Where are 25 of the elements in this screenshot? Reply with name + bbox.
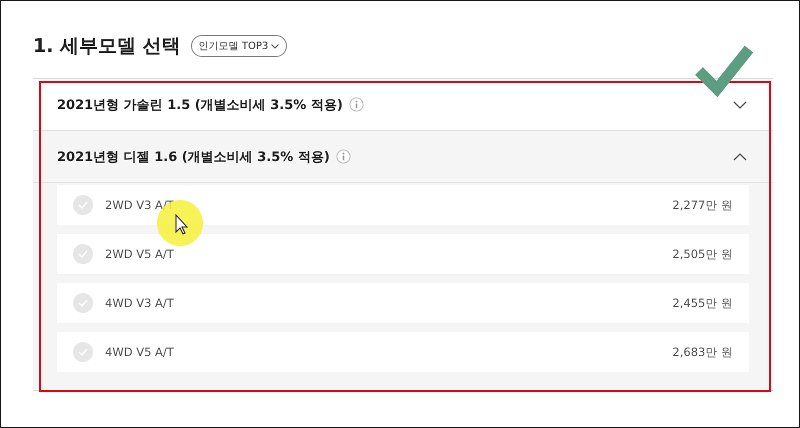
model-option[interactable]: 4WD V5 A/T 2,683만 원 [57, 332, 749, 372]
section-title: 1. 세부모델 선택 [33, 34, 181, 59]
cursor-highlight-drawing [156, 199, 204, 247]
model-price: 2,455만 원 [672, 296, 733, 310]
caret-icon [271, 44, 280, 48]
model-option[interactable]: 2WD V5 A/T 2,505만 원 [57, 234, 749, 274]
model-price: 2,505만 원 [672, 246, 733, 262]
chevron-icon [733, 100, 747, 108]
check-circle-icon[interactable] [73, 195, 93, 215]
check-circle-icon[interactable] [73, 244, 93, 264]
model-name: 2WD V5 A/T [105, 247, 174, 261]
model-group-label: 2021년형 디젤 1.6 (개별소비세 3.5% 적용) [57, 148, 330, 166]
info-icon[interactable] [348, 97, 364, 112]
accordion-header[interactable]: 2021년형 디젤 1.6 (개별소비세 3.5% 적용) [33, 131, 773, 183]
model-name: 4WD V5 A/T [105, 345, 174, 359]
model-group-label: 2021년형 가솔린 1.5 (개별소비세 3.5% 적용) [57, 96, 343, 114]
info-icon[interactable] [336, 149, 351, 164]
model-name: 4WD V3 A/T [105, 296, 174, 310]
check-circle-icon[interactable] [73, 342, 93, 362]
top3-filter-button[interactable]: 인기모델 TOP3 [190, 35, 288, 57]
model-option[interactable]: 4WD V3 A/T 2,455만 원 [57, 283, 749, 323]
model-price: 2,277만 원 [672, 198, 733, 212]
model-price: 2,683만 원 [672, 344, 733, 360]
check-circle-icon[interactable] [73, 293, 93, 313]
chevron-icon [733, 152, 747, 160]
